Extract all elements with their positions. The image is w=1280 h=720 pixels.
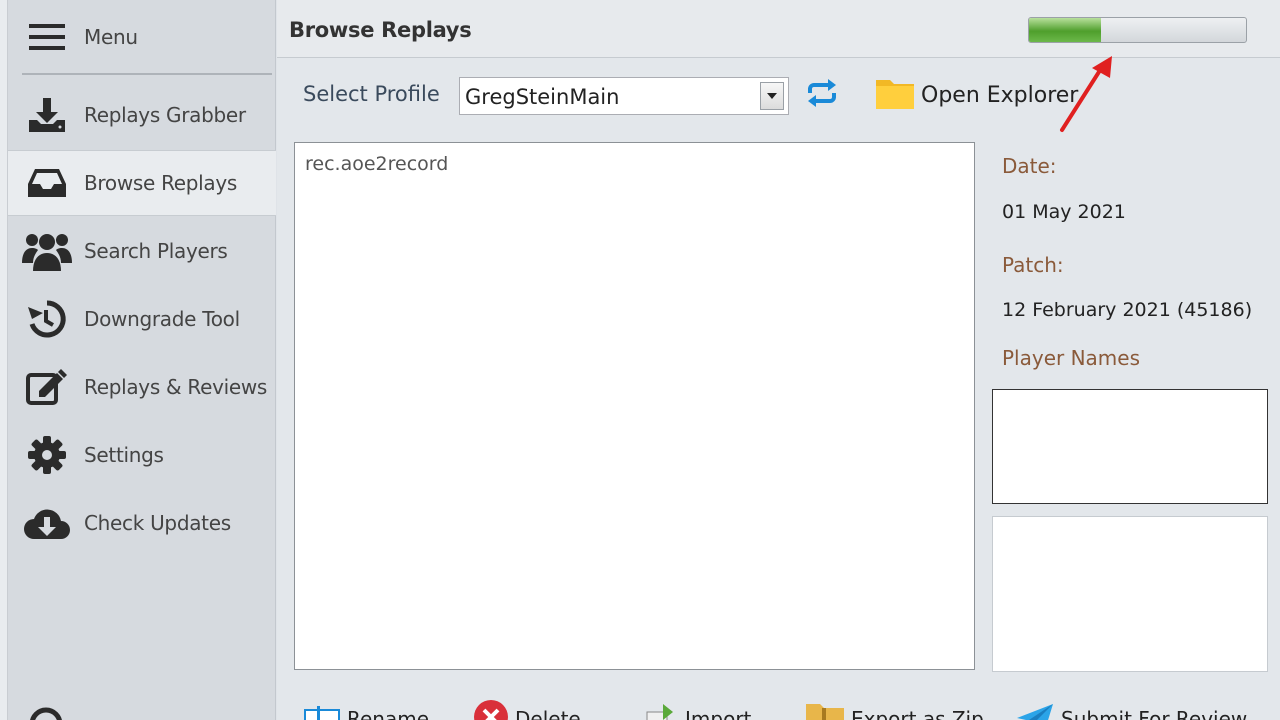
title-bar: Browse Replays (277, 0, 1280, 58)
import-icon (643, 702, 679, 720)
rename-button[interactable]: Rename (303, 704, 429, 720)
sidebar-item-replays-grabber[interactable]: Replays Grabber (8, 82, 276, 148)
replay-file-list[interactable]: rec.aoe2record (294, 142, 975, 670)
player-names-box[interactable] (992, 389, 1268, 504)
export-zip-label: Export as Zip (851, 707, 984, 720)
sidebar-item-downgrade-tool[interactable]: Downgrade Tool (8, 286, 276, 352)
page-title: Browse Replays (289, 18, 472, 42)
date-value: 01 May 2021 (1002, 201, 1126, 223)
download-icon (22, 95, 72, 135)
progress-bar (1028, 17, 1247, 43)
edit-icon (22, 367, 72, 407)
chevron-down-icon[interactable] (760, 82, 784, 110)
sidebar-item-search-players[interactable]: Search Players (8, 218, 276, 284)
sidebar-item-replays-reviews[interactable]: Replays & Reviews (8, 354, 276, 420)
sidebar: Menu Replays Grabber Browse Replays Sear… (8, 0, 276, 720)
delete-icon (473, 699, 509, 720)
sidebar-item-label: Check Updates (84, 511, 231, 535)
date-label: Date: (1002, 154, 1057, 178)
annotation-arrow (1056, 54, 1116, 134)
import-button[interactable]: Import (643, 704, 751, 720)
open-explorer-label: Open Explorer (921, 82, 1079, 108)
player-names-label: Player Names (1002, 346, 1141, 370)
bottom-toolbar: Rename Delete Import Export as Zip Submi… (277, 692, 1280, 720)
sidebar-item-browse-replays[interactable]: Browse Replays (8, 150, 276, 216)
profile-select-value: GregSteinMain (465, 85, 620, 109)
rename-label: Rename (347, 707, 430, 720)
sidebar-item-label: Downgrade Tool (84, 307, 240, 331)
gear-icon (22, 435, 72, 475)
menu-divider (22, 73, 272, 75)
progress-fill (1029, 18, 1101, 42)
details-box (992, 516, 1268, 672)
select-profile-label: Select Profile (303, 82, 440, 106)
history-icon (22, 299, 72, 339)
rename-icon (303, 704, 341, 720)
zip-folder-icon (805, 702, 845, 720)
submit-review-button[interactable]: Submit For Review (1015, 704, 1247, 720)
inbox-icon (22, 163, 72, 203)
folder-icon (875, 76, 915, 114)
menu-label: Menu (84, 25, 138, 49)
sidebar-item-settings[interactable]: Settings (8, 422, 276, 488)
patch-label: Patch: (1002, 253, 1064, 277)
sidebar-item-label: Browse Replays (84, 171, 238, 195)
delete-label: Delete (515, 707, 581, 720)
cloud-download-icon (22, 503, 72, 543)
paper-plane-icon (1015, 702, 1055, 720)
window-left-edge (0, 0, 8, 720)
sidebar-item-check-updates[interactable]: Check Updates (8, 490, 276, 556)
sidebar-item-label: Replays Grabber (84, 103, 246, 127)
sidebar-item-label: Search Players (84, 239, 228, 263)
refresh-button[interactable] (805, 78, 839, 112)
open-explorer-button[interactable]: Open Explorer (875, 76, 1078, 114)
sidebar-menu-toggle[interactable]: Menu (8, 4, 276, 70)
list-item[interactable]: rec.aoe2record (305, 153, 448, 175)
import-label: Import (685, 707, 752, 720)
refresh-icon (806, 79, 838, 111)
users-icon (22, 231, 72, 271)
main-panel: Browse Replays Select Profile GregSteinM… (277, 0, 1280, 720)
hamburger-icon (22, 17, 72, 57)
sidebar-item-label: Settings (84, 443, 164, 467)
patch-value: 12 February 2021 (45186) (1002, 299, 1253, 321)
profile-select[interactable]: GregSteinMain (459, 77, 789, 115)
delete-button[interactable]: Delete (473, 700, 581, 720)
account-icon[interactable] (28, 706, 64, 720)
export-zip-button[interactable]: Export as Zip (805, 704, 984, 720)
sidebar-item-label: Replays & Reviews (84, 375, 268, 399)
submit-review-label: Submit For Review (1061, 707, 1248, 720)
